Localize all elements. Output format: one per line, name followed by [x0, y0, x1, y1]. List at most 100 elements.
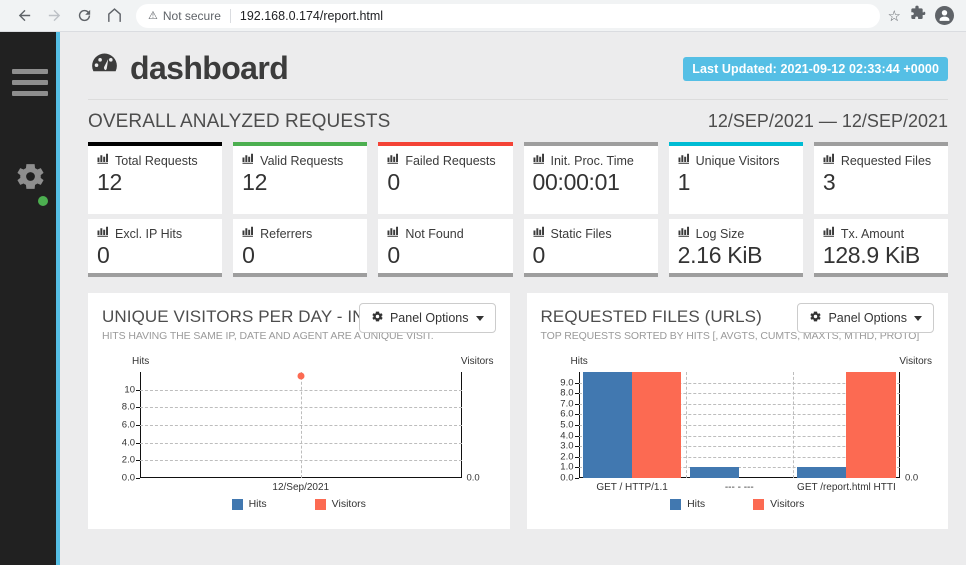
y-tick-mark [575, 414, 579, 415]
panel-options-button[interactable]: Panel Options [797, 303, 934, 333]
data-point[interactable] [297, 372, 304, 379]
y2-tick-label: 0.0 [467, 473, 480, 484]
home-icon[interactable] [100, 2, 128, 30]
stat-value: 0 [97, 242, 213, 269]
legend-item[interactable]: Hits [232, 498, 267, 510]
legend-swatch [670, 499, 681, 510]
bar-chart-icon [242, 226, 255, 241]
stat-value: 12 [97, 169, 213, 196]
stat-label-text: Tx. Amount [841, 227, 904, 241]
settings-button[interactable] [14, 160, 47, 198]
stat-value: 0 [387, 242, 503, 269]
forward-arrow-icon[interactable] [40, 2, 68, 30]
x-tick-label: --- - --- [725, 482, 754, 493]
address-bar[interactable]: ⚠ Not secure 192.168.0.174/report.html [136, 4, 880, 28]
legend-label: Hits [687, 498, 705, 510]
stat-card: Excl. IP Hits0 [88, 219, 222, 277]
panel-unique-visitors: UNIQUE VISITORS PER DAY - INCLU HITS HAV… [88, 293, 510, 529]
point-guide [301, 372, 302, 478]
panel-options-label: Panel Options [828, 311, 907, 325]
gear-icon [371, 310, 384, 326]
y-tick-label: 2.0 [122, 455, 135, 466]
hamburger-line [12, 69, 48, 74]
chart-bar[interactable] [846, 372, 895, 478]
stat-label: Total Requests [97, 153, 213, 168]
stat-card: Not Found0 [378, 219, 512, 277]
y-tick-mark [575, 446, 579, 447]
y2-axis-label: Visitors [461, 356, 494, 367]
stat-label-text: Requested Files [841, 154, 931, 168]
y2-tick-label: 0.0 [905, 473, 918, 484]
panel-options-label: Panel Options [390, 311, 469, 325]
y-tick-mark [136, 460, 140, 461]
bar-chart-icon [823, 226, 836, 241]
chart-bar[interactable] [690, 467, 739, 478]
stat-row-2: Excl. IP Hits0Referrers0Not Found0 Static… [88, 219, 948, 277]
y-tick-label: 9.0 [560, 377, 573, 388]
y-tick-mark [136, 390, 140, 391]
bar-chart-icon [387, 153, 400, 168]
chevron-down-icon [914, 316, 922, 321]
chart-bar[interactable] [797, 467, 846, 478]
hamburger-line [12, 91, 48, 96]
chart-unique-visitors[interactable]: HitsVisitors108.06.04.02.00.00.012/Sep/2… [102, 356, 496, 506]
hamburger-line [12, 80, 48, 85]
legend-item[interactable]: Visitors [315, 498, 366, 510]
y-tick-label: 5.0 [560, 420, 573, 431]
chart-legend: Hits Visitors [541, 498, 935, 510]
stat-label: Unique Visitors [678, 153, 794, 168]
stat-card: Referrers0 [233, 219, 367, 277]
stat-card: Unique Visitors1 [669, 142, 803, 214]
legend-swatch [753, 499, 764, 510]
y-tick-label: 1.0 [560, 462, 573, 473]
panel-options-button[interactable]: Panel Options [359, 303, 496, 333]
legend-item[interactable]: Visitors [753, 498, 804, 510]
stat-card: Failed Requests0 [378, 142, 512, 214]
bar-chart-icon [97, 226, 110, 241]
y-tick-label: 8.0 [122, 402, 135, 413]
avatar-icon[interactable] [935, 6, 954, 25]
y-tick-mark [575, 478, 579, 479]
page-title: OVERALL ANALYZED REQUESTS [88, 111, 390, 133]
y-tick-label: 0.0 [122, 473, 135, 484]
stat-card: Tx. Amount128.9 KiB [814, 219, 948, 277]
legend-label: Visitors [332, 498, 366, 510]
bar-chart-icon [823, 153, 836, 168]
back-arrow-icon[interactable] [10, 2, 38, 30]
gridline-vertical [686, 372, 687, 478]
legend-label: Hits [249, 498, 267, 510]
stat-label-text: Total Requests [115, 154, 198, 168]
stat-value: 0 [242, 242, 358, 269]
legend-item[interactable]: Hits [670, 498, 705, 510]
browser-actions: ☆ [888, 5, 956, 26]
bar-chart-icon [242, 153, 255, 168]
stat-label: Static Files [533, 226, 649, 241]
y-tick-mark [575, 393, 579, 394]
hamburger-menu-icon[interactable] [12, 69, 48, 102]
chart-bar[interactable] [583, 372, 632, 478]
reload-icon[interactable] [70, 2, 98, 30]
puzzle-icon[interactable] [910, 5, 926, 26]
star-icon[interactable]: ☆ [888, 7, 901, 25]
y-tick-mark [575, 457, 579, 458]
chevron-down-icon [476, 316, 484, 321]
chart-requested-files[interactable]: HitsVisitors9.08.07.06.05.04.03.02.01.00… [541, 356, 935, 506]
stat-label-text: Log Size [696, 227, 745, 241]
stat-card: Log Size2.16 KiB [669, 219, 803, 277]
brand-logo: dashboard [88, 48, 288, 89]
y-axis-label: Hits [132, 356, 149, 367]
stat-label: Log Size [678, 226, 794, 241]
last-updated-badge: Last Updated: 2021-09-12 02:33:44 +0000 [683, 57, 948, 81]
stat-card: Total Requests12 [88, 142, 222, 214]
x-tick-label: GET /report.html HTTI [797, 482, 896, 493]
bar-chart-icon [678, 153, 691, 168]
app-shell: d GWSocket dashboard Last Updated: 2021-… [0, 32, 966, 565]
stat-card: Requested Files3 [814, 142, 948, 214]
chart-bar[interactable] [632, 372, 681, 478]
y-tick-mark [575, 436, 579, 437]
y-axis-label: Hits [571, 356, 588, 367]
security-indicator[interactable]: ⚠ Not secure [148, 9, 221, 23]
stat-value: 1 [678, 169, 794, 196]
y-tick-mark [575, 404, 579, 405]
x-tick-label: 12/Sep/2021 [272, 482, 329, 493]
